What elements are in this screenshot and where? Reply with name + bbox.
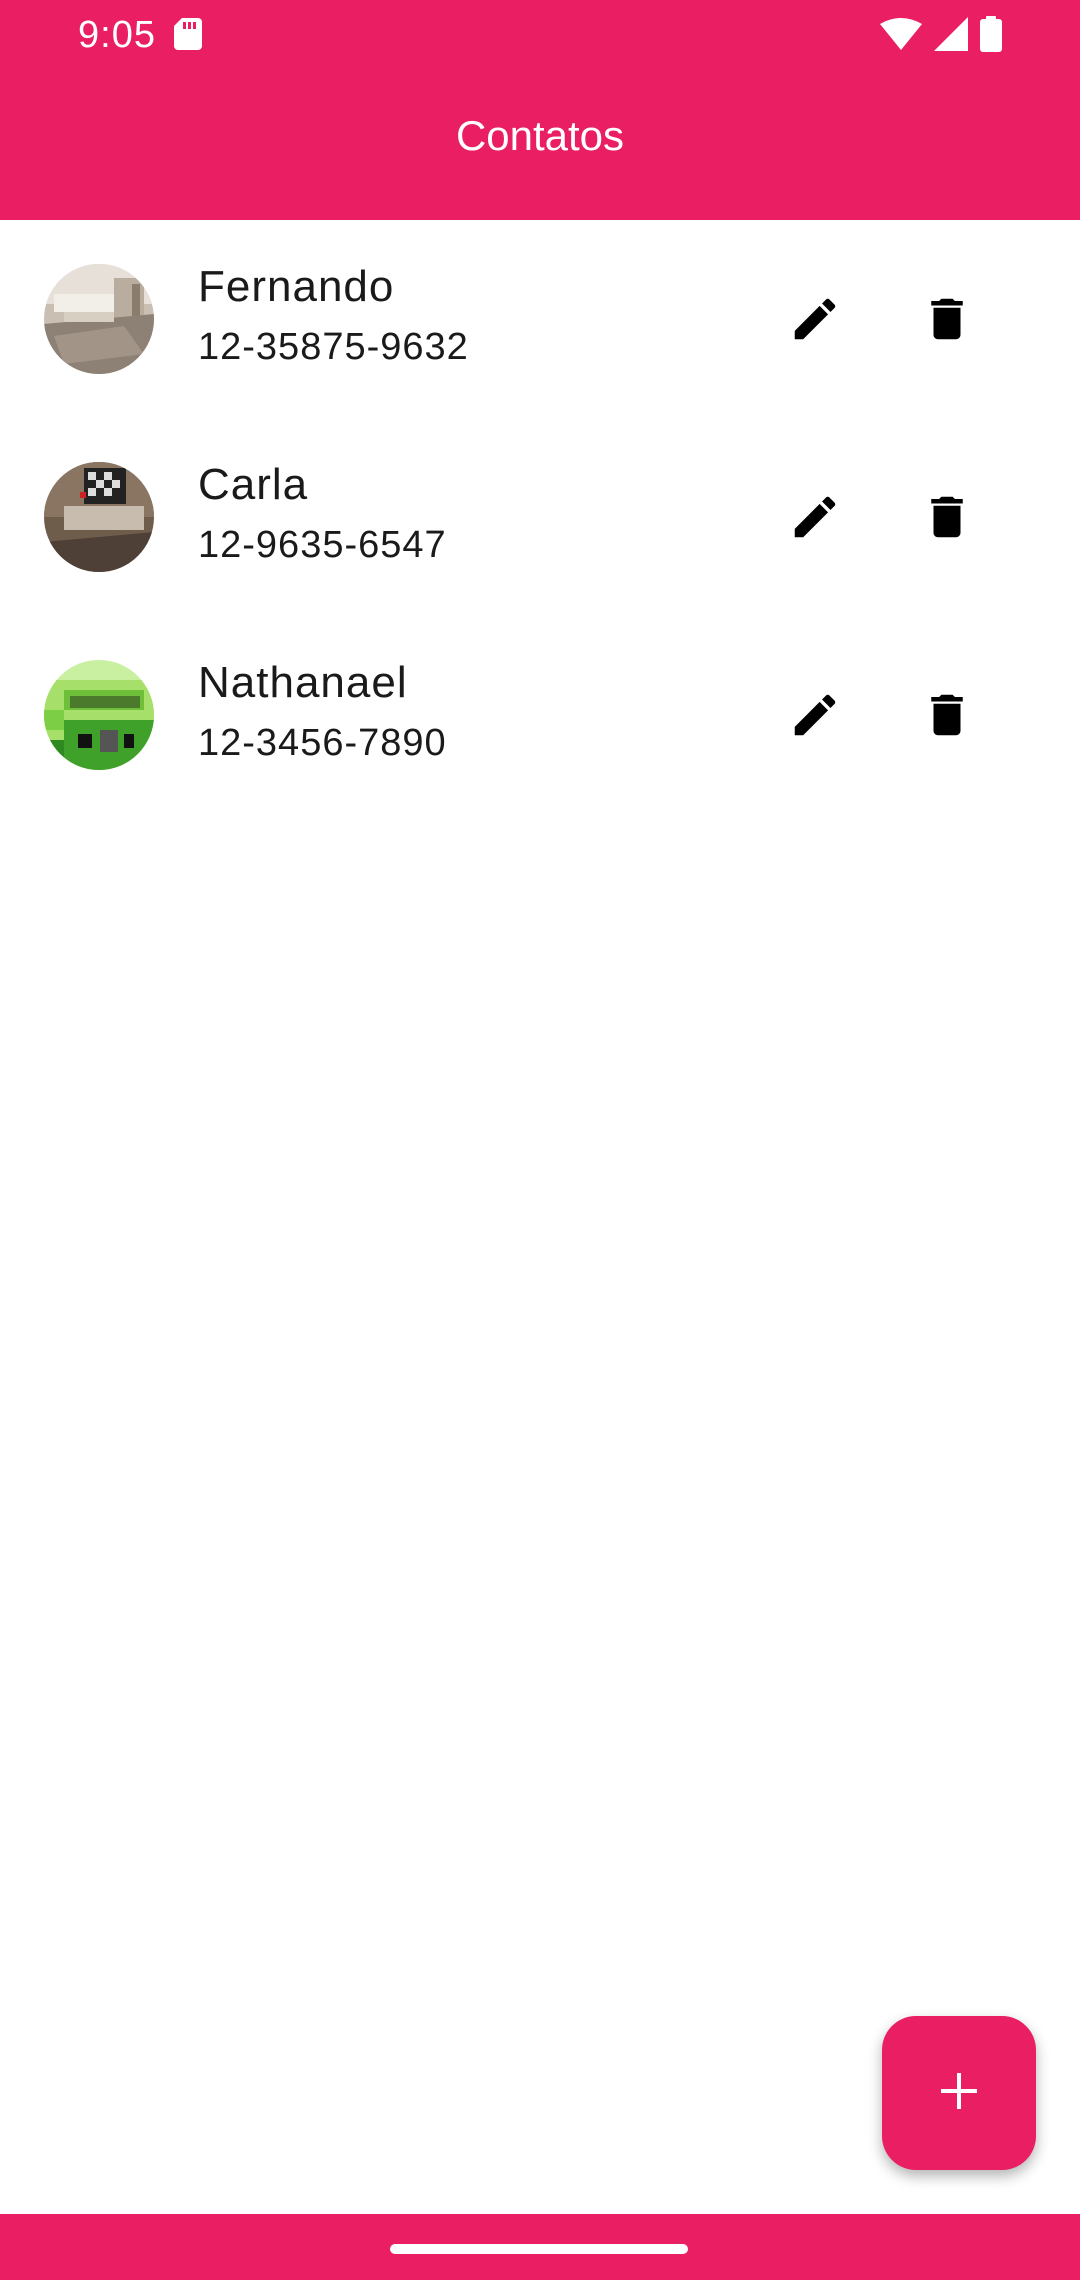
contacts-screen: 9:05 Contatos Fernando 12-35875-9632 Car… bbox=[0, 0, 1080, 2280]
contact-name: Nathanael bbox=[198, 658, 408, 707]
plus-icon bbox=[935, 2067, 983, 2120]
pencil-icon bbox=[788, 292, 842, 351]
avatar bbox=[44, 264, 154, 374]
status-icons bbox=[880, 16, 1002, 57]
edit-button[interactable] bbox=[780, 484, 850, 554]
contact-name: Fernando bbox=[198, 262, 395, 311]
pencil-icon bbox=[788, 490, 842, 549]
trash-icon bbox=[920, 292, 974, 351]
status-time: 9:05 bbox=[78, 14, 156, 56]
edit-button[interactable] bbox=[780, 682, 850, 752]
avatar bbox=[44, 462, 154, 572]
trash-icon bbox=[920, 688, 974, 747]
wifi-icon bbox=[880, 18, 922, 55]
contact-row[interactable]: Carla 12-9635-6547 bbox=[0, 418, 1080, 616]
contact-row[interactable]: Fernando 12-35875-9632 bbox=[0, 220, 1080, 418]
edit-button[interactable] bbox=[780, 286, 850, 356]
signal-icon bbox=[934, 17, 968, 56]
contact-phone: 12-3456-7890 bbox=[198, 722, 447, 764]
home-indicator[interactable] bbox=[390, 2244, 688, 2254]
add-contact-button[interactable] bbox=[882, 2016, 1036, 2170]
sd-card-icon bbox=[174, 18, 202, 50]
delete-button[interactable] bbox=[912, 682, 982, 752]
contact-list: Fernando 12-35875-9632 Carla 12-9635-654… bbox=[0, 220, 1080, 814]
navigation-bar bbox=[0, 2214, 1080, 2280]
trash-icon bbox=[920, 490, 974, 549]
pencil-icon bbox=[788, 688, 842, 747]
battery-icon bbox=[980, 16, 1002, 57]
delete-button[interactable] bbox=[912, 484, 982, 554]
contact-phone: 12-35875-9632 bbox=[198, 326, 469, 368]
avatar bbox=[44, 660, 154, 770]
contact-row[interactable]: Nathanael 12-3456-7890 bbox=[0, 616, 1080, 814]
app-bar: 9:05 Contatos bbox=[0, 0, 1080, 220]
contact-name: Carla bbox=[198, 460, 309, 509]
page-title: Contatos bbox=[455, 112, 625, 159]
delete-button[interactable] bbox=[912, 286, 982, 356]
contact-phone: 12-9635-6547 bbox=[198, 524, 447, 566]
